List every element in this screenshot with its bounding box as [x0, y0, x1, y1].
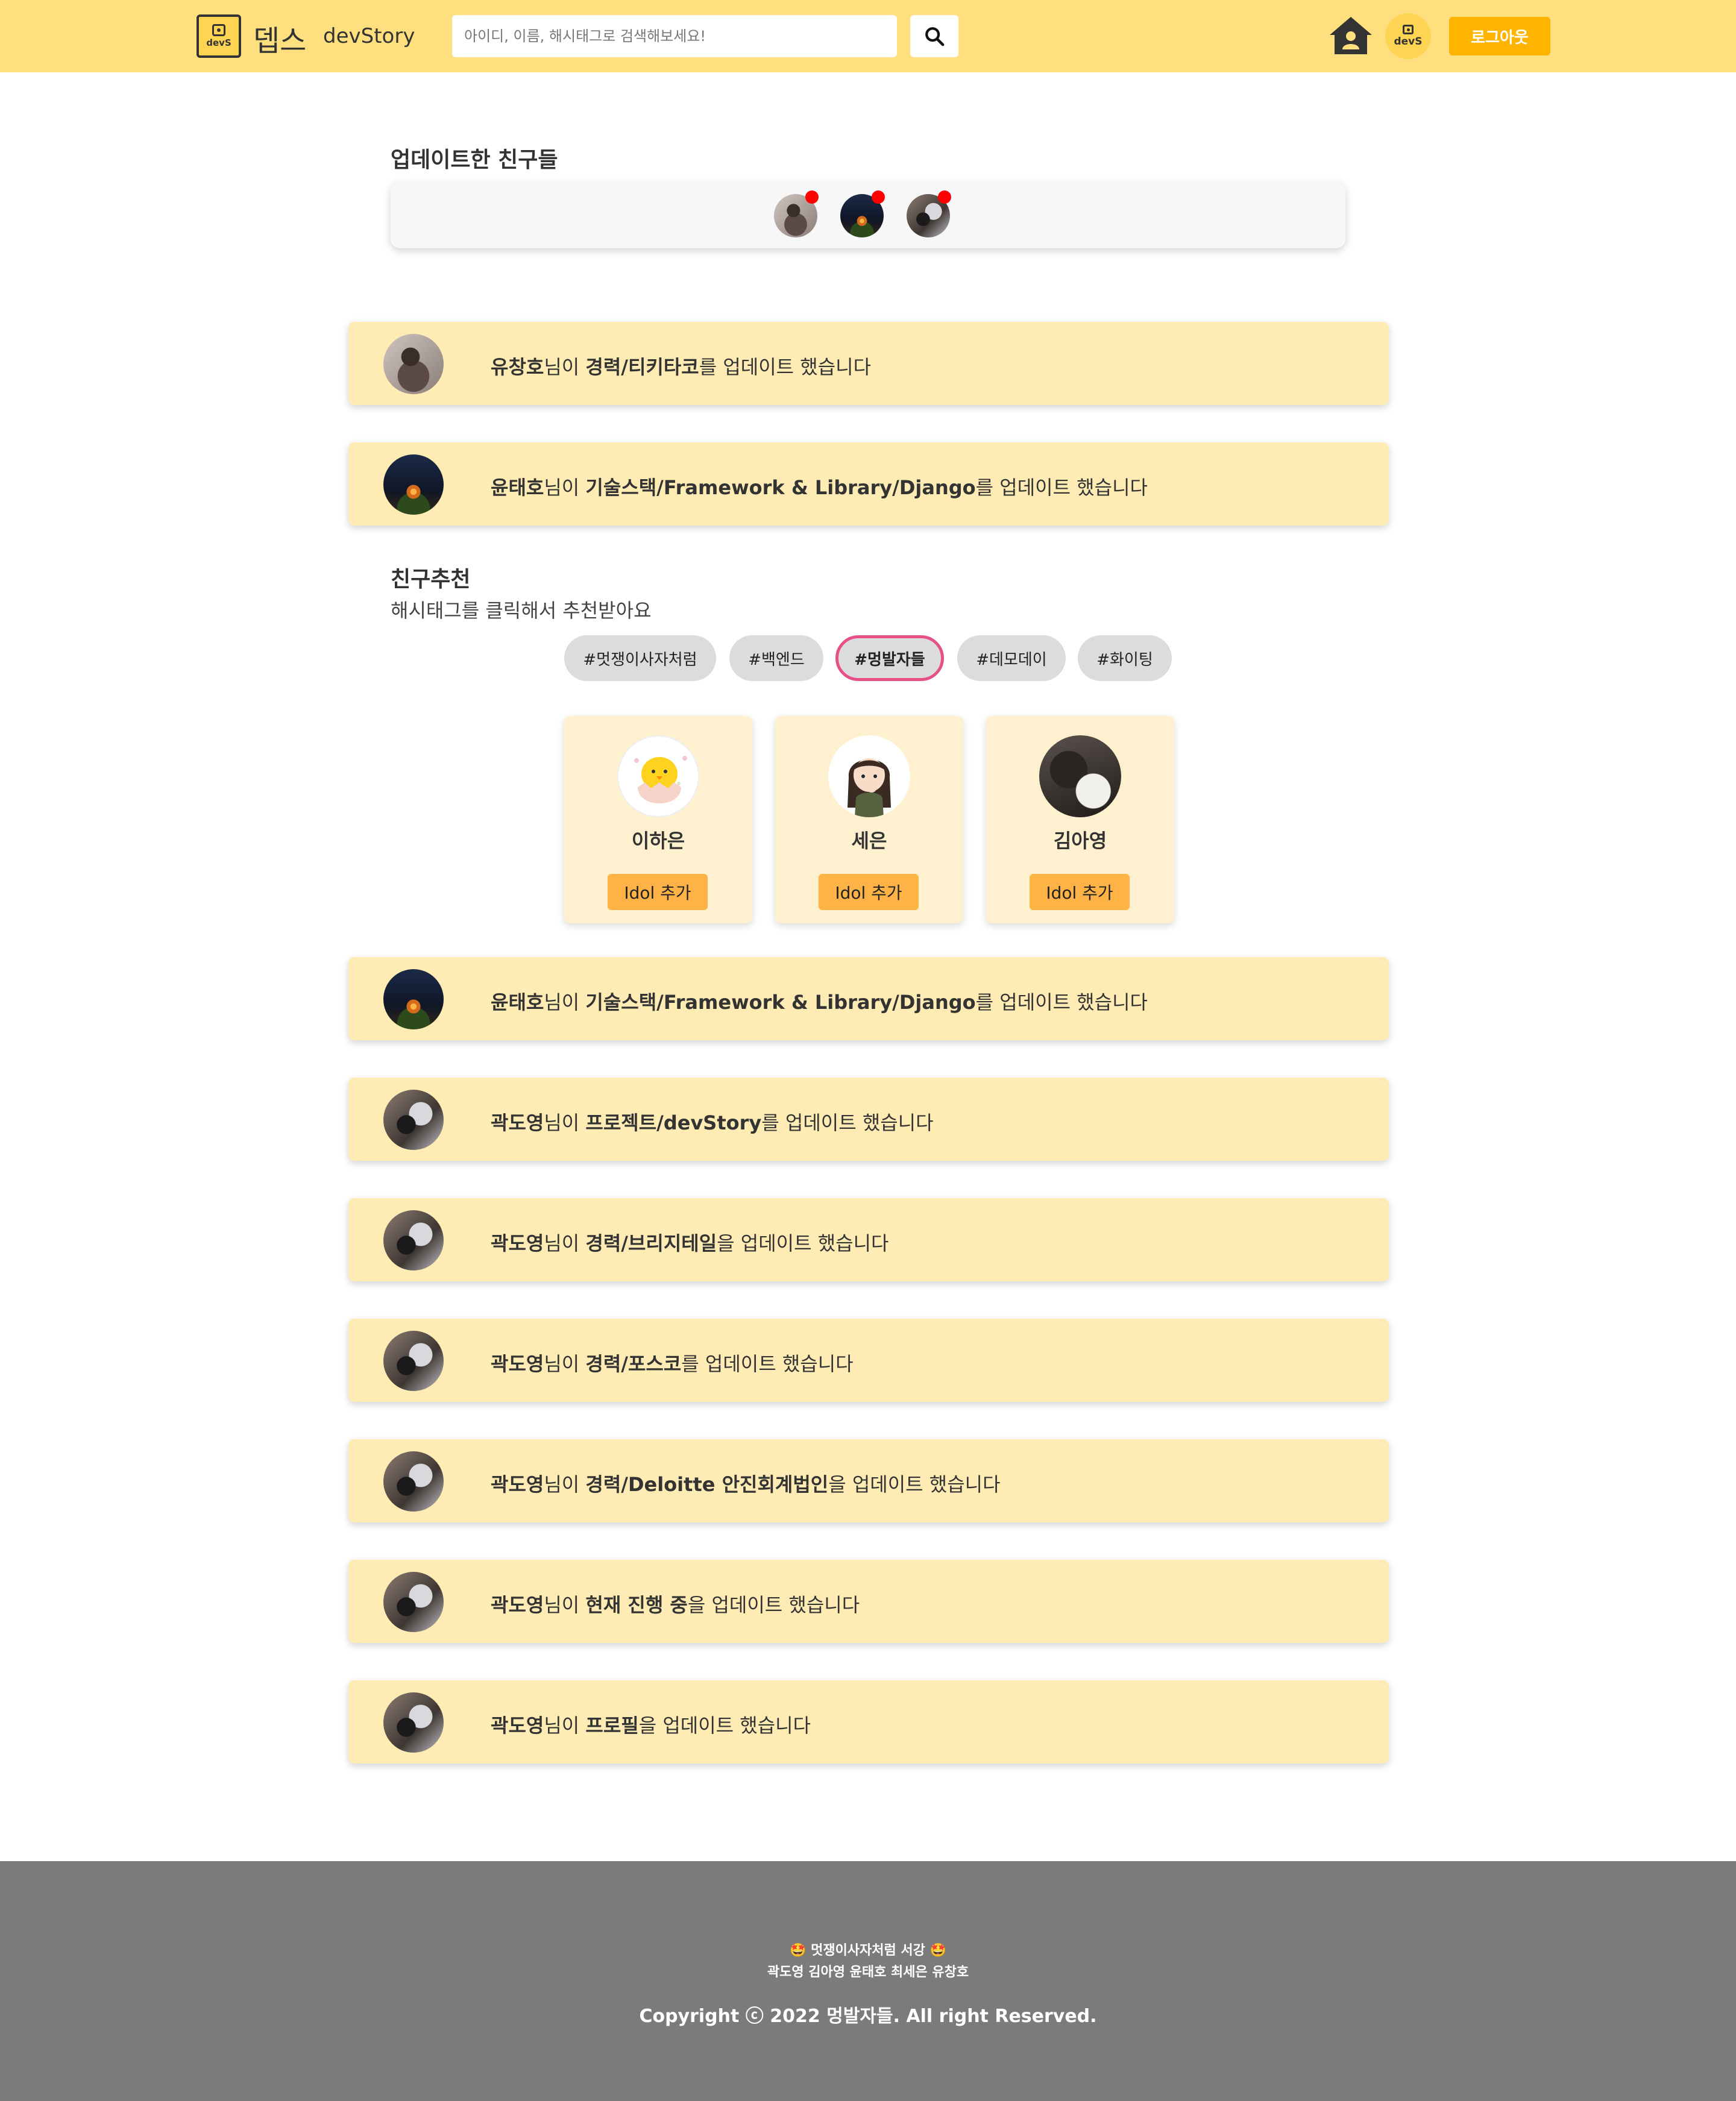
recommendation-subtitle: 해시태그를 클릭해서 추천받아요 — [391, 599, 652, 622]
activity-card[interactable]: 곽도영님이 경력/Deloitte 안진회계법인을 업데이트 했습니다 — [348, 1439, 1389, 1522]
activity-text: 곽도영님이 경력/포스코를 업데이트 했습니다 — [491, 1352, 854, 1375]
hashtag-chip[interactable]: #데모데이 — [957, 635, 1066, 681]
user-avatar — [383, 334, 444, 394]
logo-mark — [212, 24, 225, 36]
user-avatar — [383, 969, 444, 1029]
user-avatar — [383, 1692, 444, 1753]
activity-text: 윤태호님이 기술스택/Framework & Library/Django를 업… — [491, 991, 1148, 1014]
friend-avatar — [617, 735, 699, 817]
updated-friend-avatar[interactable] — [840, 190, 885, 237]
hashtag-chip-active[interactable]: #멍발자들 — [835, 635, 944, 681]
updated-friend-avatar[interactable] — [774, 190, 819, 237]
brand-name-english[interactable]: devStory — [323, 24, 415, 48]
footer-copyright: Copyright ⓒ 2022 멍발자들. All right Reserve… — [639, 2006, 1097, 2027]
search-button[interactable] — [910, 15, 958, 57]
logo-icon[interactable]: devS — [197, 14, 241, 58]
logo-text: devS — [206, 37, 231, 48]
friend-name: 세은 — [851, 829, 887, 852]
new-update-badge — [872, 190, 885, 204]
footer-members: 곽도영 김아영 윤태호 최세은 유창호 — [767, 1965, 969, 1980]
friend-avatar — [828, 735, 910, 817]
brand-name-korean[interactable]: 뎁스 — [253, 17, 306, 59]
activity-card[interactable]: 곽도영님이 프로필을 업데이트 했습니다 — [348, 1680, 1389, 1763]
activity-text: 곽도영님이 프로필을 업데이트 했습니다 — [491, 1714, 811, 1737]
footer-org: 🤩 멋쟁이사자처럼 서강 🤩 — [790, 1943, 946, 1958]
new-update-badge — [938, 190, 951, 204]
home-icon[interactable] — [1329, 14, 1373, 57]
activity-card[interactable]: 곽도영님이 경력/포스코를 업데이트 했습니다 — [348, 1319, 1389, 1402]
add-idol-button[interactable]: Idol 추가 — [1030, 874, 1130, 910]
user-avatar — [383, 1090, 444, 1150]
friend-name: 이하은 — [631, 829, 685, 852]
new-update-badge — [805, 190, 819, 204]
activity-card[interactable]: 곽도영님이 프로젝트/devStory를 업데이트 했습니다 — [348, 1078, 1389, 1161]
user-avatar — [383, 1331, 444, 1391]
profile-avatar[interactable]: devS — [1385, 13, 1431, 59]
page-footer: 🤩 멋쟁이사자처럼 서강 🤩 곽도영 김아영 윤태호 최세은 유창호 Copyr… — [0, 1861, 1736, 2101]
hashtag-chip[interactable]: #화이팅 — [1078, 635, 1172, 681]
search-input[interactable] — [452, 15, 897, 57]
hashtag-chip[interactable]: #백엔드 — [729, 635, 823, 681]
activity-card[interactable]: 윤태호님이 기술스택/Framework & Library/Django를 업… — [348, 957, 1389, 1040]
activity-text: 곽도영님이 현재 진행 중을 업데이트 했습니다 — [491, 1594, 860, 1616]
girl-illustration — [848, 758, 891, 817]
activity-text: 곽도영님이 프로젝트/devStory를 업데이트 했습니다 — [491, 1111, 934, 1134]
friend-name: 김아영 — [1053, 829, 1107, 852]
user-avatar — [383, 1572, 444, 1632]
profile-logo-mark — [1403, 25, 1414, 34]
activity-card[interactable]: 유창호님이 경력/티키타코를 업데이트 했습니다 — [348, 322, 1389, 405]
add-idol-button[interactable]: Idol 추가 — [819, 874, 919, 910]
activity-card[interactable]: 곽도영님이 경력/브리지테일을 업데이트 했습니다 — [348, 1198, 1389, 1281]
recommended-friend-card[interactable]: 세은 Idol 추가 — [775, 716, 963, 923]
logout-button[interactable]: 로그아웃 — [1449, 17, 1550, 55]
user-avatar — [383, 454, 444, 515]
friend-avatar — [1039, 735, 1121, 817]
search-icon — [925, 27, 945, 46]
profile-logo-text: devS — [1394, 36, 1423, 48]
recommended-friend-card[interactable]: 이하은 Idol 추가 — [564, 716, 752, 923]
activity-text: 유창호님이 경력/티키타코를 업데이트 했습니다 — [491, 356, 872, 378]
user-avatar — [383, 1210, 444, 1270]
chick-illustration — [634, 756, 687, 803]
activity-text: 곽도영님이 경력/브리지테일을 업데이트 했습니다 — [491, 1232, 889, 1255]
hashtag-chip[interactable]: #멋쟁이사자처럼 — [564, 635, 716, 681]
user-avatar — [383, 1451, 444, 1512]
recommendation-title: 친구추천 — [391, 567, 471, 592]
activity-card[interactable]: 곽도영님이 현재 진행 중을 업데이트 했습니다 — [348, 1560, 1389, 1643]
activity-text: 윤태호님이 기술스택/Framework & Library/Django를 업… — [491, 476, 1148, 499]
add-idol-button[interactable]: Idol 추가 — [608, 874, 708, 910]
updated-friends-bar — [391, 182, 1345, 248]
activity-text: 곽도영님이 경력/Deloitte 안진회계법인을 업데이트 했습니다 — [491, 1473, 1001, 1496]
recommended-friend-card[interactable]: 김아영 Idol 추가 — [986, 716, 1174, 923]
updated-friend-avatar[interactable] — [907, 190, 951, 237]
activity-card[interactable]: 윤태호님이 기술스택/Framework & Library/Django를 업… — [348, 442, 1389, 526]
top-header: devS 뎁스 devStory devS 로그아웃 — [0, 0, 1736, 72]
updated-friends-title: 업데이트한 친구들 — [391, 148, 558, 172]
